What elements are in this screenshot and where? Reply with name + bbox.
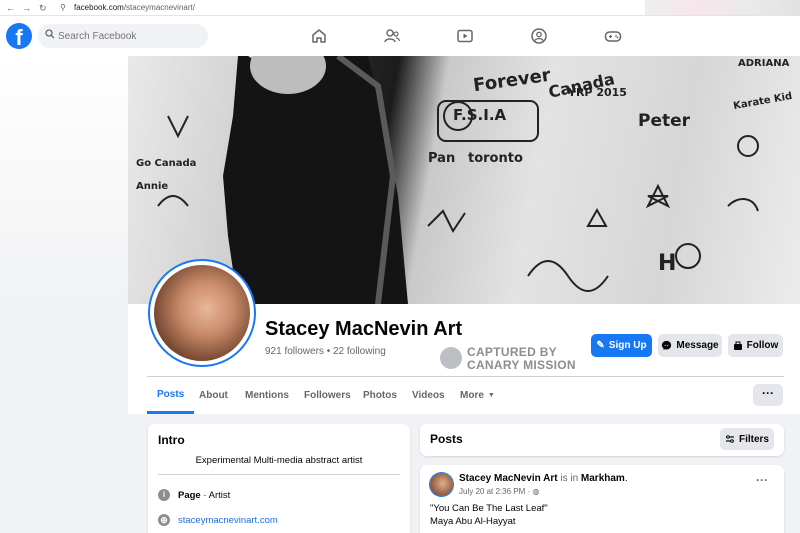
- site-info-icon[interactable]: ⚲: [60, 3, 66, 13]
- cover-photo[interactable]: Forever Canada F.S.I.A Peter Pan toronto…: [128, 56, 800, 304]
- cover-artwork: [157, 56, 759, 304]
- follow-label: Follow: [746, 340, 779, 351]
- globe-icon: ◍: [532, 487, 540, 496]
- info-icon: i: [158, 489, 170, 501]
- post-author[interactable]: Stacey MacNevin Art: [459, 473, 558, 484]
- post-options-icon[interactable]: ···: [756, 473, 768, 487]
- header-divider: [147, 376, 784, 377]
- post-date[interactable]: July 20 at 2:36 PM ·: [459, 487, 532, 496]
- avatar-photo: [154, 265, 250, 361]
- page-title: Stacey MacNevin Art: [265, 318, 463, 340]
- wall-text: YRP 2015: [568, 86, 627, 99]
- message-label: Message: [676, 340, 719, 351]
- page-background: [0, 56, 128, 304]
- post-is-in: is in: [557, 473, 581, 484]
- filters-label: Filters: [738, 433, 769, 445]
- tab-more-label: More: [460, 389, 484, 401]
- message-button[interactable]: Message: [658, 334, 722, 357]
- page-label: Page: [178, 489, 201, 501]
- posts-header-card: Posts Filters: [420, 424, 784, 456]
- tab-posts[interactable]: Posts: [147, 378, 195, 414]
- home-icon[interactable]: [310, 27, 328, 45]
- profile-avatar[interactable]: [150, 261, 254, 365]
- wall-text: H: [658, 251, 677, 276]
- post-avatar[interactable]: [430, 473, 453, 496]
- more-options-button[interactable]: ···: [753, 384, 783, 406]
- caret-down-icon: ▼: [487, 391, 495, 399]
- post-card: Stacey MacNevin Art is in Markham. July …: [420, 465, 784, 533]
- intro-divider: [158, 474, 400, 475]
- follow-icon: [733, 341, 742, 350]
- post-text-line: Maya Abu Al-Hayyat: [430, 516, 516, 527]
- post-location[interactable]: Markham: [581, 473, 625, 484]
- filters-button[interactable]: Filters: [720, 428, 774, 450]
- gaming-icon[interactable]: [604, 27, 622, 45]
- address-bar[interactable]: facebook.com/staceymacnevinart/: [74, 3, 195, 13]
- search-box[interactable]: [38, 24, 208, 48]
- reload-icon[interactable]: ↻: [39, 3, 47, 13]
- website-row: ⊕ staceymacnevinart.com: [158, 514, 278, 526]
- intro-bio: Experimental Multi-media abstract artist: [195, 455, 363, 466]
- follower-stats[interactable]: 921 followers • 22 following: [265, 346, 386, 357]
- tab-followers[interactable]: Followers: [304, 378, 351, 412]
- posts-title: Posts: [430, 432, 463, 446]
- wall-text: F.S.I.A: [453, 106, 507, 124]
- wall-text: ADRIANA: [738, 58, 790, 69]
- post-text-line: "You Can Be The Last Leaf": [430, 503, 548, 514]
- wall-text: toronto: [468, 151, 523, 166]
- facebook-logo-icon[interactable]: f: [6, 23, 32, 49]
- watermark-line: CANARY MISSION: [467, 358, 576, 372]
- search-input[interactable]: [58, 24, 198, 48]
- wall-text: Go Canada: [136, 158, 197, 169]
- intro-title: Intro: [158, 433, 185, 447]
- groups-icon[interactable]: [530, 27, 548, 45]
- search-icon: [45, 29, 55, 42]
- page-category-row: i Page · Artist: [158, 489, 230, 501]
- tab-about[interactable]: About: [199, 378, 228, 412]
- tab-more[interactable]: More ▼: [460, 378, 495, 412]
- friends-icon[interactable]: [383, 27, 401, 45]
- watermark-logo-icon: [440, 347, 462, 369]
- tab-mentions[interactable]: Mentions: [245, 378, 289, 412]
- messenger-icon: [662, 340, 672, 351]
- back-icon[interactable]: ←: [6, 3, 15, 13]
- sign-up-label: Sign Up: [608, 340, 647, 351]
- tab-videos[interactable]: Videos: [412, 378, 445, 412]
- blurred-toolbar: [645, 0, 800, 15]
- globe-icon: ⊕: [158, 514, 170, 526]
- pencil-icon: ✎: [596, 340, 605, 351]
- website-link[interactable]: staceymacnevinart.com: [178, 515, 278, 526]
- video-icon[interactable]: [456, 27, 474, 45]
- tab-photos[interactable]: Photos: [363, 378, 397, 412]
- watermark: CAPTURED BY CANARY MISSION: [440, 345, 590, 373]
- page-category: · Artist: [200, 489, 231, 501]
- intro-card: Intro Experimental Multi-media abstract …: [148, 424, 410, 533]
- sign-up-button[interactable]: ✎ Sign Up: [591, 334, 652, 357]
- top-navigation: f: [0, 16, 800, 56]
- wall-text: Peter: [638, 111, 691, 131]
- browser-url-bar: ← → ↻ ⚲ facebook.com/staceymacnevinart/: [0, 0, 800, 16]
- filters-icon: [725, 435, 734, 443]
- wall-text: Annie: [136, 181, 169, 192]
- forward-icon[interactable]: →: [22, 3, 31, 13]
- wall-text: Pan: [428, 151, 456, 166]
- follow-button[interactable]: Follow: [728, 334, 783, 357]
